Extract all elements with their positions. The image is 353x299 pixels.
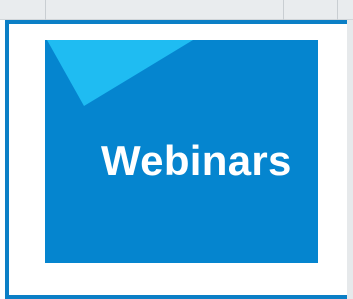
viewport: Webinars (0, 0, 353, 299)
toolbar-divider (283, 0, 284, 20)
banner-title: Webinars (101, 137, 292, 184)
toolbar-strip (0, 0, 353, 20)
frame-edge (347, 20, 353, 299)
toolbar-divider (337, 0, 338, 20)
toolbar-divider (45, 0, 46, 20)
accent-triangle-shape (47, 40, 193, 106)
webinars-banner[interactable]: Webinars (45, 40, 318, 263)
